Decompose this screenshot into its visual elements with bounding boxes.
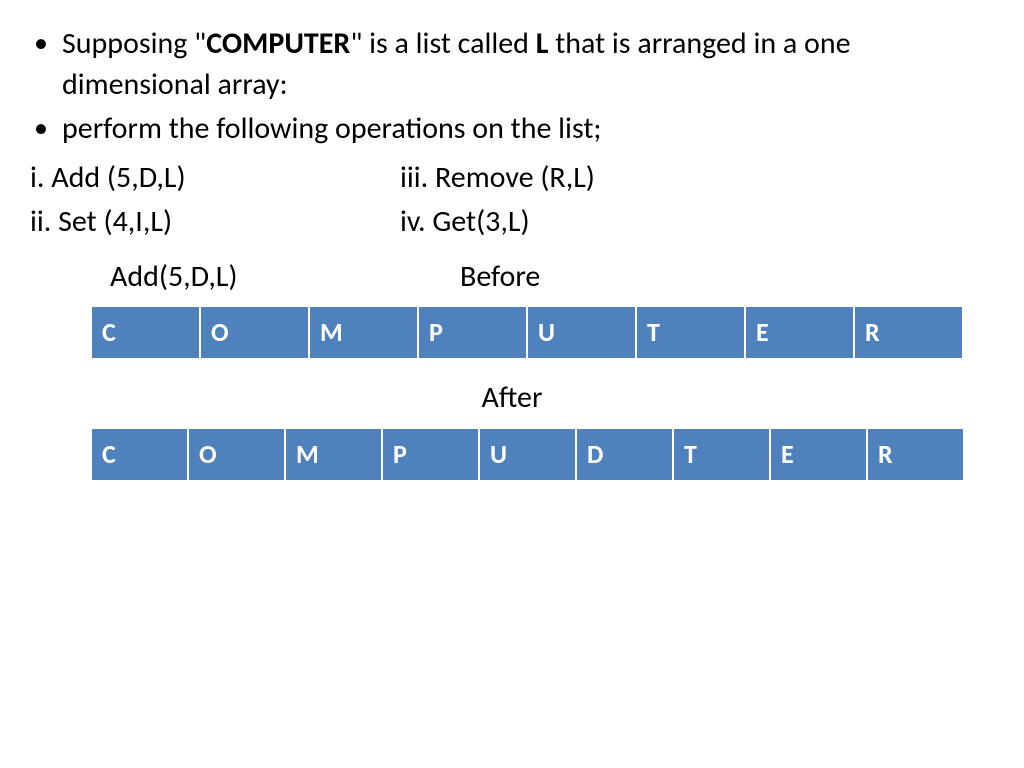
op-line: i. Add (5,D,L) [30,158,400,199]
bullet-list: Supposing "COMPUTER" is a list called L … [20,24,1004,150]
op-line: iv. Get(3,L) [400,202,1004,243]
example-header: Add(5,D,L) Before [20,257,1004,298]
ops-col-left: i. Add (5,D,L) ii. Set (4,I,L) [20,158,400,247]
text: Supposing " [62,25,206,62]
array-cell: T [636,306,745,359]
op-line: iii. Remove (R,L) [400,158,1004,199]
before-label: Before [400,257,1004,298]
array-cell: R [867,428,964,481]
table-row: C O M P U T E R [91,306,963,359]
op-line: ii. Set (4,I,L) [30,202,400,243]
array-before: C O M P U T E R [90,305,964,360]
ops-col-right: iii. Remove (R,L) iv. Get(3,L) [400,158,1004,247]
array-cell: C [91,428,188,481]
array-cell: P [382,428,479,481]
array-cell: U [479,428,576,481]
operations-block: i. Add (5,D,L) ii. Set (4,I,L) iii. Remo… [20,158,1004,247]
array-cell: U [527,306,636,359]
array-cell: T [673,428,770,481]
array-cell: M [309,306,418,359]
array-cell: E [745,306,854,359]
bullet-item: perform the following operations on the … [20,109,1004,150]
array-cell: R [854,306,963,359]
array-cell: E [770,428,867,481]
table-row: C O M P U D T E R [91,428,964,481]
array-after: C O M P U D T E R [90,427,965,482]
array-cell: O [200,306,309,359]
after-label: After [20,378,1004,419]
example-operation: Add(5,D,L) [20,257,400,298]
bullet-item: Supposing "COMPUTER" is a list called L … [20,24,1004,105]
text-bold: L [536,25,549,62]
text: perform the following operations on the … [62,110,601,147]
text: " is a list called [350,25,535,62]
text-bold: COMPUTER [206,25,350,62]
array-cell: P [418,306,527,359]
array-cell: D [576,428,673,481]
array-cell: M [285,428,382,481]
array-cell: O [188,428,285,481]
array-cell: C [91,306,200,359]
